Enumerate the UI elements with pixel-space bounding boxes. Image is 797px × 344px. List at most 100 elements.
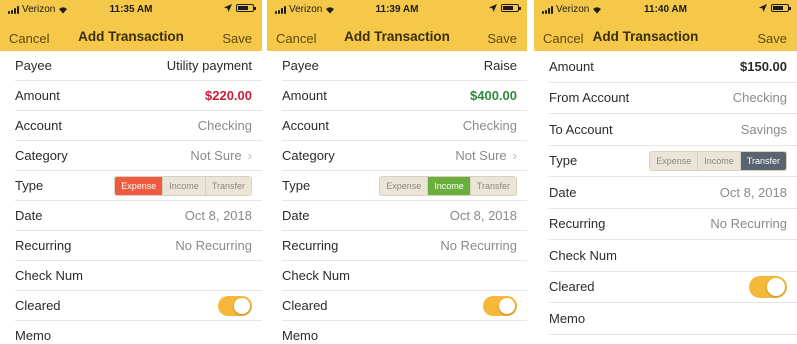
type-option-expense[interactable]: Expense — [380, 176, 428, 195]
cleared-row: Cleared — [549, 272, 797, 303]
nav-bar: Cancel Add Transaction Save — [534, 20, 797, 51]
account-value: Checking — [462, 118, 517, 133]
transaction-form: Payee Utility payment Amount $220.00 Acc… — [0, 51, 262, 344]
type-label: Type — [282, 178, 311, 193]
recurring-row[interactable]: Recurring No Recurring — [282, 231, 527, 261]
amount-label: Amount — [15, 88, 60, 103]
recurring-value: No Recurring — [175, 238, 252, 253]
memo-row[interactable]: Memo — [282, 321, 527, 344]
amount-value: $400.00 — [470, 88, 517, 103]
battery-icon — [771, 4, 791, 12]
type-option-income[interactable]: Income — [697, 151, 740, 170]
check-num-label: Check Num — [15, 268, 83, 283]
recurring-row[interactable]: Recurring No Recurring — [549, 209, 797, 240]
header: Verizon 11:40 AM Cancel Add Transaction … — [534, 0, 797, 51]
to-account-value: Savings — [740, 121, 787, 137]
category-row[interactable]: Category Not Sure › — [15, 141, 262, 171]
cancel-button[interactable]: Cancel — [543, 31, 583, 46]
status-bar: Verizon 11:40 AM — [534, 0, 797, 20]
check-num-row[interactable]: Check Num — [549, 240, 797, 272]
date-value: Oct 8, 2018 — [449, 208, 517, 223]
save-button[interactable]: Save — [222, 31, 252, 46]
memo-label: Memo — [282, 328, 319, 343]
header: Verizon 11:39 AM Cancel Add Transaction … — [267, 0, 527, 51]
transaction-form: Payee Raise Amount $400.00 Account Check… — [267, 51, 527, 344]
memo-row[interactable]: Memo — [15, 321, 262, 344]
location-icon — [759, 4, 767, 12]
amount-row[interactable]: Amount $150.00 — [549, 51, 797, 83]
payee-label: Payee — [15, 58, 52, 73]
to-account-label: To Account — [549, 121, 613, 137]
type-option-expense[interactable]: Expense — [650, 151, 698, 170]
status-bar: Verizon 11:39 AM — [267, 0, 527, 20]
date-row[interactable]: Date Oct 8, 2018 — [282, 201, 527, 231]
type-option-income[interactable]: Income — [427, 176, 470, 195]
save-button[interactable]: Save — [487, 31, 517, 46]
category-label: Category — [282, 148, 335, 163]
phone-screen-expense: Verizon 11:35 AM Cancel Add Transaction … — [0, 0, 262, 344]
amount-row[interactable]: Amount $400.00 — [282, 81, 527, 111]
account-label: Account — [15, 118, 62, 133]
amount-label: Amount — [549, 58, 594, 74]
recurring-row[interactable]: Recurring No Recurring — [15, 231, 262, 261]
cleared-label: Cleared — [15, 298, 61, 313]
cancel-button[interactable]: Cancel — [9, 31, 49, 46]
recurring-value: No Recurring — [710, 216, 787, 232]
account-row[interactable]: Account Checking — [15, 111, 262, 141]
cleared-row: Cleared — [15, 291, 262, 321]
chevron-right-icon: › — [247, 148, 252, 163]
category-value: Not Sure — [190, 148, 242, 163]
to-account-row[interactable]: To Account Savings — [549, 114, 797, 146]
chevron-right-icon: › — [512, 148, 517, 163]
battery-icon — [236, 4, 256, 12]
memo-label: Memo — [549, 310, 586, 326]
date-row[interactable]: Date Oct 8, 2018 — [549, 177, 797, 209]
account-row[interactable]: Account Checking — [282, 111, 527, 141]
date-label: Date — [282, 208, 310, 223]
recurring-value: No Recurring — [440, 238, 517, 253]
cleared-toggle[interactable] — [749, 275, 787, 298]
category-value: Not Sure — [455, 148, 507, 163]
cleared-toggle[interactable] — [483, 295, 517, 316]
cleared-row: Cleared — [282, 291, 527, 321]
category-row[interactable]: Category Not Sure › — [282, 141, 527, 171]
from-account-value: Checking — [732, 90, 787, 106]
payee-row[interactable]: Payee Utility payment — [15, 51, 262, 81]
type-option-transfer[interactable]: Transfer — [739, 151, 786, 170]
type-option-expense[interactable]: Expense — [115, 176, 163, 195]
amount-label: Amount — [282, 88, 327, 103]
payee-row[interactable]: Payee Raise — [282, 51, 527, 81]
memo-row[interactable]: Memo — [549, 303, 797, 335]
toggle-knob — [499, 297, 515, 314]
from-account-label: From Account — [549, 90, 630, 106]
status-time: 11:40 AM — [644, 4, 687, 15]
type-option-transfer[interactable]: Transfer — [204, 176, 251, 195]
type-segmented-control: Expense Income Transfer — [379, 175, 517, 196]
date-row[interactable]: Date Oct 8, 2018 — [15, 201, 262, 231]
toggle-knob — [767, 277, 785, 296]
toggle-knob — [234, 297, 250, 314]
amount-value: $220.00 — [205, 88, 252, 103]
from-account-row[interactable]: From Account Checking — [549, 83, 797, 114]
header: Verizon 11:35 AM Cancel Add Transaction … — [0, 0, 262, 51]
type-label: Type — [15, 178, 44, 193]
battery-icon — [501, 4, 521, 12]
status-time: 11:35 AM — [109, 4, 153, 15]
type-option-transfer[interactable]: Transfer — [469, 176, 516, 195]
amount-value: $150.00 — [740, 58, 787, 74]
type-option-income[interactable]: Income — [162, 176, 205, 195]
payee-value: Raise — [483, 58, 517, 73]
cancel-button[interactable]: Cancel — [276, 31, 316, 46]
date-value: Oct 8, 2018 — [184, 208, 252, 223]
check-num-row[interactable]: Check Num — [15, 261, 262, 291]
cleared-toggle[interactable] — [218, 295, 252, 316]
payee-value: Utility payment — [166, 58, 252, 73]
save-button[interactable]: Save — [757, 31, 787, 46]
location-icon — [489, 4, 497, 12]
nav-bar: Cancel Add Transaction Save — [0, 20, 262, 51]
location-icon — [224, 4, 232, 12]
cleared-label: Cleared — [282, 298, 328, 313]
check-num-row[interactable]: Check Num — [282, 261, 527, 291]
amount-row[interactable]: Amount $220.00 — [15, 81, 262, 111]
account-value: Checking — [197, 118, 252, 133]
